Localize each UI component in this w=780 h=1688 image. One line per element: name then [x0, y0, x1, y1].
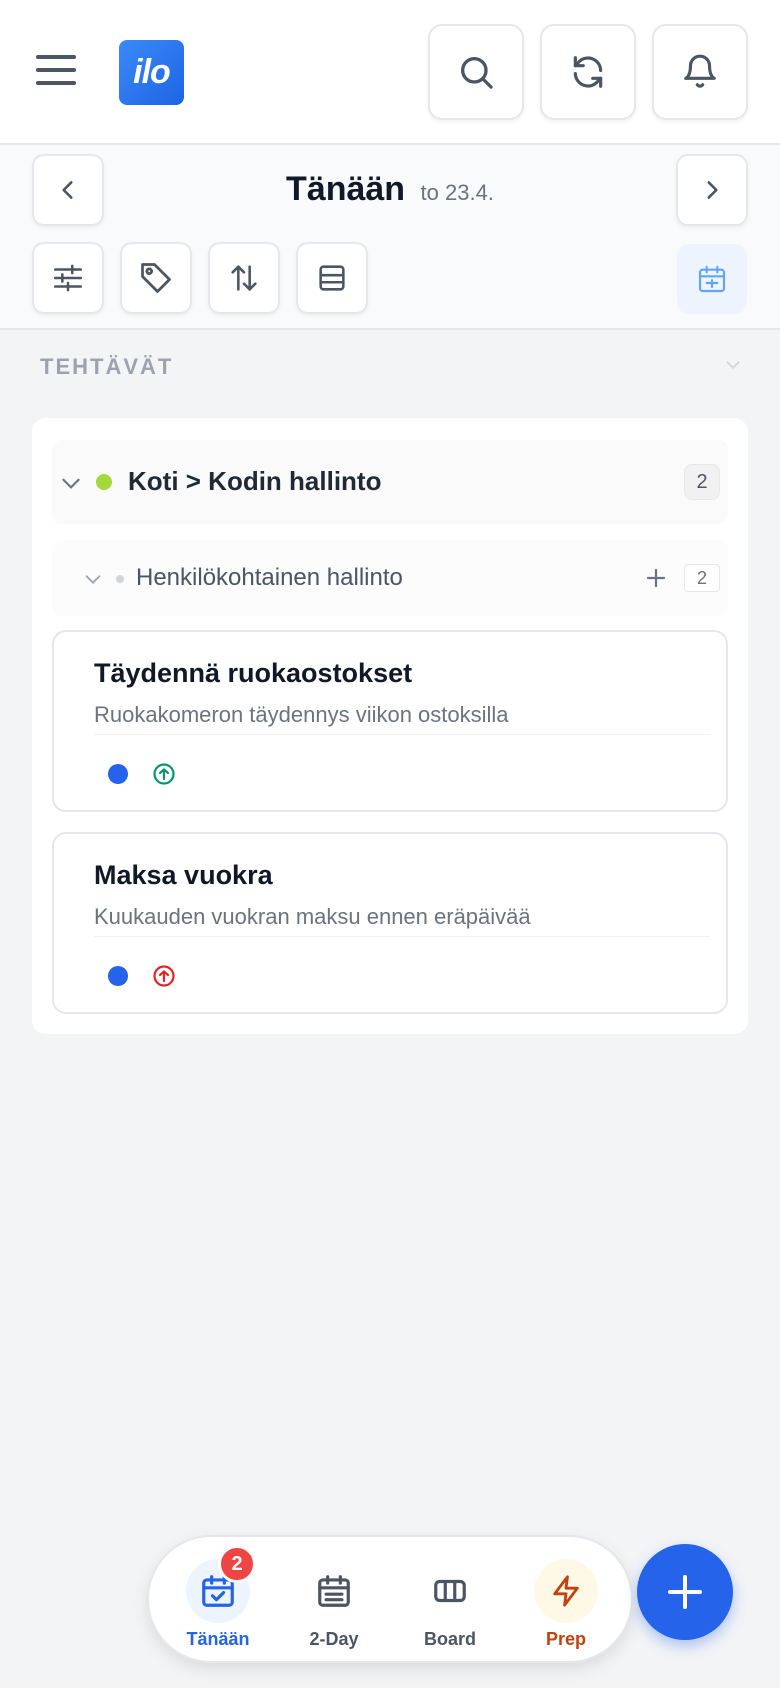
- chevron-down-icon[interactable]: [58, 470, 84, 496]
- subgroup-label: Henkilökohtainen hallinto: [136, 564, 403, 591]
- page-title: Tänään to 23.4.: [0, 170, 780, 209]
- search-icon: [461, 57, 493, 89]
- sort-icon: [231, 265, 257, 291]
- refresh-button[interactable]: [540, 24, 636, 120]
- nav-icon-wrap: [534, 1559, 598, 1623]
- task-title: Maksa vuokra: [94, 860, 273, 890]
- divider: [94, 936, 710, 937]
- columns-icon: [434, 1579, 466, 1603]
- task-card[interactable]: Täydennä ruokaostokset Ruokakomeron täyd…: [52, 630, 728, 812]
- nav-label-today: Tänään: [186, 1629, 250, 1649]
- group-count-badge: 2: [684, 464, 720, 500]
- date-subtitle: to 23.4.: [420, 180, 494, 205]
- nav-label-2-day: 2-Day: [309, 1629, 359, 1649]
- bell-icon: [684, 54, 716, 88]
- nav-icon-wrap: [302, 1559, 366, 1623]
- group-color-dot: [96, 474, 112, 490]
- nav-label-board: Board: [423, 1629, 476, 1649]
- task-description: Kuukauden vuokran maksu ennen eräpäivää: [94, 904, 531, 929]
- subgroup-count-badge: 2: [684, 564, 720, 592]
- divider: [94, 734, 710, 735]
- task-title: Täydennä ruokaostokset: [94, 658, 413, 688]
- task-color-dot: [108, 764, 128, 784]
- lightning-icon: [553, 1575, 579, 1607]
- list-view-icon: [319, 265, 345, 291]
- arrow-up-circle-icon: [153, 763, 175, 785]
- filter-button[interactable]: [32, 242, 104, 314]
- add-task-button[interactable]: [637, 1544, 733, 1640]
- nav-icon-wrap: [418, 1559, 482, 1623]
- group-label: Koti > Kodin hallinto: [128, 466, 382, 496]
- top-bar: ilo: [0, 0, 780, 145]
- sort-button[interactable]: [208, 242, 280, 314]
- plus-icon[interactable]: [644, 566, 668, 590]
- app-logo[interactable]: ilo: [119, 40, 184, 105]
- refresh-icon: [573, 56, 603, 88]
- calendar-button[interactable]: [677, 244, 747, 314]
- hamburger-icon[interactable]: [36, 55, 76, 87]
- tags-button[interactable]: [120, 242, 192, 314]
- nav-item-prep[interactable]: Prep: [516, 1559, 616, 1659]
- subgroup-dot: [116, 575, 124, 583]
- search-button[interactable]: [428, 24, 524, 120]
- nav-item-board[interactable]: Board: [400, 1559, 500, 1659]
- today-count-badge: 2: [218, 1545, 256, 1583]
- task-description: Ruokakomeron täydennys viikon ostoksilla: [94, 702, 509, 727]
- next-day-button[interactable]: [676, 154, 748, 226]
- nav-item-2-day[interactable]: 2-Day: [284, 1559, 384, 1659]
- sliders-icon: [53, 264, 83, 292]
- calendar-icon: [698, 265, 726, 293]
- tag-icon: [141, 263, 171, 293]
- task-card[interactable]: Maksa vuokra Kuukauden vuokran maksu enn…: [52, 832, 728, 1014]
- calendar-icon: [318, 1575, 350, 1607]
- plus-icon: [668, 1575, 702, 1609]
- nav-label-prep: Prep: [545, 1629, 587, 1649]
- arrow-up-circle-icon: [153, 965, 175, 987]
- chevron-down-icon[interactable]: [82, 568, 104, 590]
- date-title-text: Tänään: [286, 170, 406, 208]
- task-color-dot: [108, 966, 128, 986]
- chevron-down-icon[interactable]: [722, 354, 744, 376]
- chevron-right-icon: [707, 181, 718, 199]
- notifications-button[interactable]: [652, 24, 748, 120]
- view-mode-button[interactable]: [296, 242, 368, 314]
- section-title: TEHTÄVÄT: [40, 354, 174, 379]
